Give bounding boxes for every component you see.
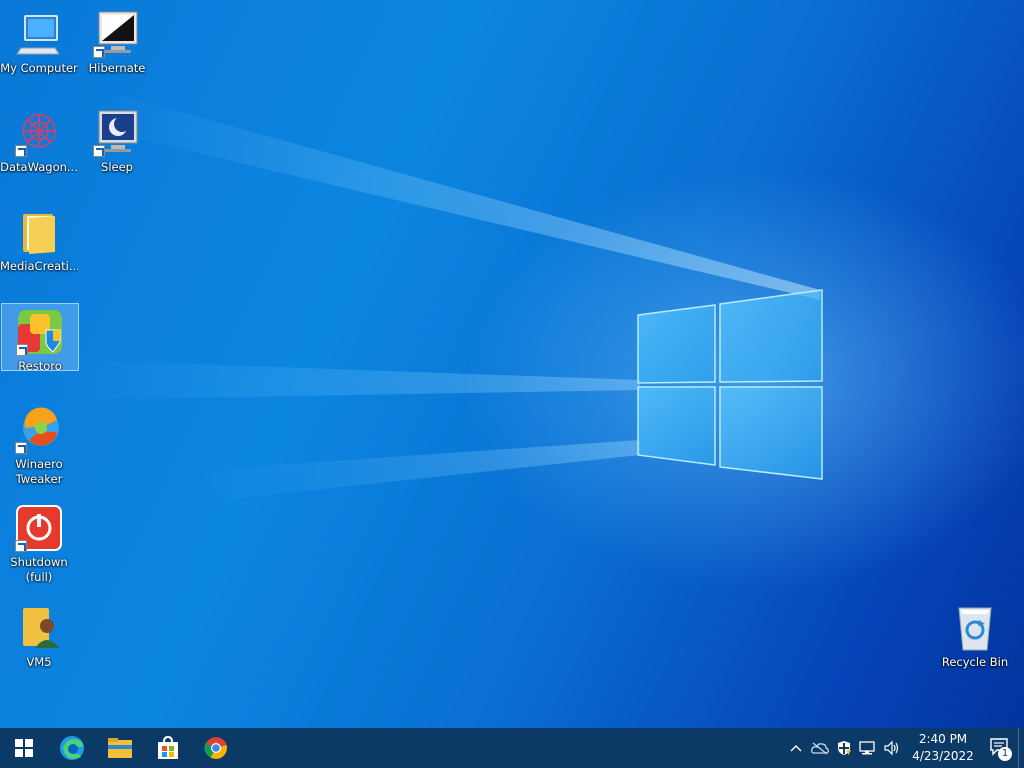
desktop-icon-label: Restoro — [18, 359, 62, 370]
store-icon — [158, 736, 178, 759]
volume-icon[interactable] — [880, 728, 904, 768]
desktop-icon-label: Hibernate — [88, 61, 146, 75]
edge-icon — [60, 736, 84, 760]
start-icon — [15, 739, 33, 757]
desktop-icon-my-computer[interactable]: My Computer — [0, 6, 78, 76]
taskbar-file-explorer-button[interactable] — [96, 728, 144, 768]
recycle-bin-icon — [951, 604, 999, 652]
desktop-icon-winaero-tweaker[interactable]: Winaero Tweaker — [0, 402, 78, 487]
desktop-icon-label: My Computer — [0, 61, 78, 75]
file-explorer-icon — [108, 738, 132, 758]
desktop-icon-label: DataWagon... — [0, 160, 78, 174]
datawagon-icon — [15, 109, 63, 157]
computer-icon — [15, 10, 63, 58]
shortcut-arrow-icon — [93, 145, 105, 157]
chevron-up-icon[interactable] — [784, 728, 808, 768]
desktop-icon-mediacreation[interactable]: MediaCreati... — [0, 204, 78, 274]
desktop-icon-label: Recycle Bin — [941, 655, 1009, 669]
desktop-icon-sleep[interactable]: Sleep — [78, 105, 156, 175]
desktop-icon-restoro[interactable]: Restoro — [1, 303, 79, 371]
taskbar-clock[interactable]: 2:40 PM 4/23/2022 — [910, 731, 976, 765]
system-tray: 2:40 PM 4/23/2022 1 — [784, 728, 1024, 768]
chrome-icon — [204, 737, 227, 759]
desktop-icon-label: Shutdown (full) — [10, 555, 68, 584]
desktop[interactable]: My Computer Hibernate DataWagon... Sleep… — [0, 0, 1024, 728]
shortcut-arrow-icon — [16, 344, 28, 356]
shortcut-arrow-icon — [15, 145, 27, 157]
clock-date: 4/23/2022 — [912, 749, 974, 763]
shortcut-arrow-icon — [15, 442, 27, 454]
taskbar-store-button[interactable] — [144, 728, 192, 768]
desktop-icon-label: Sleep — [101, 160, 133, 174]
hibernate-icon — [93, 10, 141, 58]
sleep-icon — [93, 109, 141, 157]
desktop-icon-hibernate[interactable]: Hibernate — [78, 6, 156, 76]
taskbar: 2:40 PM 4/23/2022 1 — [0, 728, 1024, 768]
security-icon[interactable] — [832, 728, 856, 768]
desktop-icon-label: MediaCreati... — [0, 259, 78, 273]
show-desktop-button[interactable] — [1018, 728, 1024, 768]
desktop-icon-datawagon[interactable]: DataWagon... — [0, 105, 78, 175]
shutdown-icon — [15, 504, 63, 552]
desktop-icon-recycle-bin[interactable]: Recycle Bin — [936, 600, 1014, 670]
windows-logo-wallpaper — [637, 289, 823, 480]
clock-time: 2:40 PM — [918, 732, 968, 746]
folder-icon — [15, 208, 63, 256]
notification-count-badge: 1 — [998, 747, 1012, 761]
winaero-icon — [15, 406, 63, 454]
action-center-button[interactable]: 1 — [982, 728, 1018, 768]
network-icon[interactable] — [856, 728, 880, 768]
desktop-icon-label: Winaero Tweaker — [15, 457, 63, 486]
user-folder-icon — [15, 604, 63, 652]
desktop-icon-vm5[interactable]: VM5 — [0, 600, 78, 670]
shortcut-arrow-icon — [15, 540, 27, 552]
start-button[interactable] — [0, 728, 48, 768]
desktop-icon-shutdown[interactable]: Shutdown (full) — [0, 500, 78, 585]
onedrive-icon[interactable] — [808, 728, 832, 768]
shortcut-arrow-icon — [93, 46, 105, 58]
taskbar-chrome-button[interactable] — [192, 728, 240, 768]
restoro-icon — [16, 308, 64, 356]
desktop-icon-label: VM5 — [26, 655, 52, 669]
taskbar-edge-button[interactable] — [48, 728, 96, 768]
